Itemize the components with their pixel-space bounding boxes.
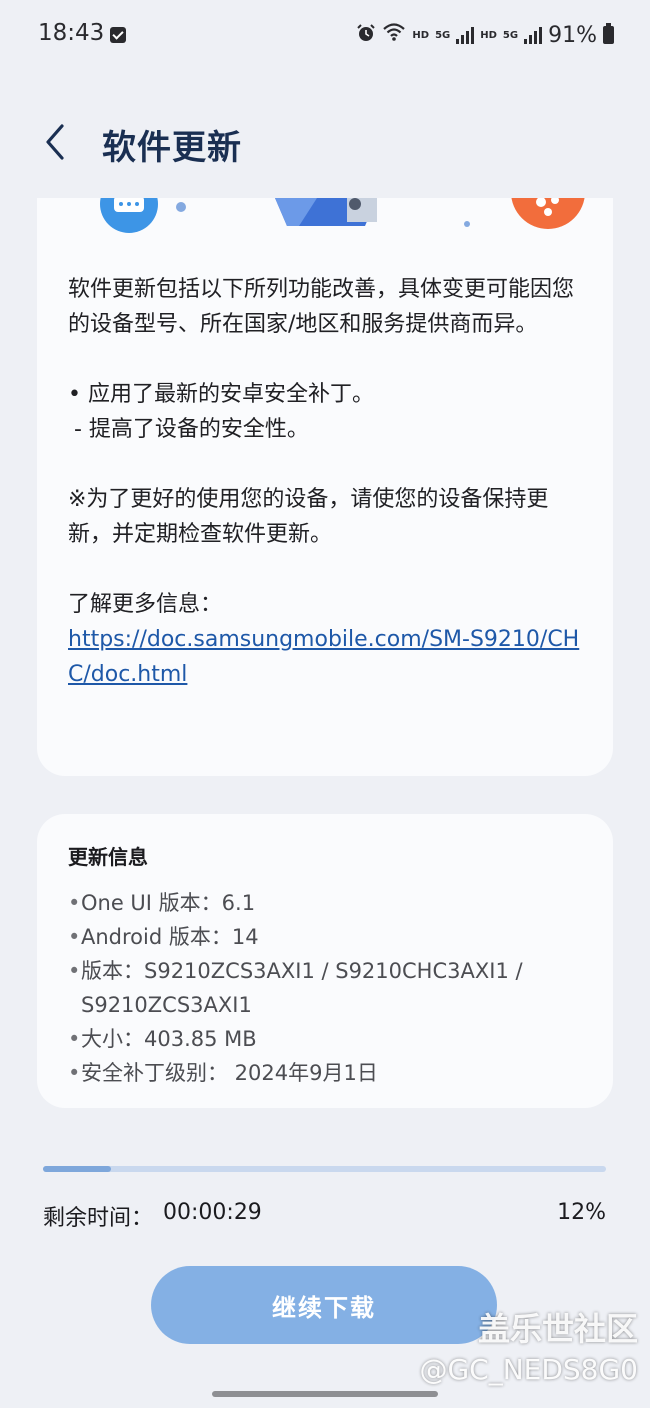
more-info-label: 了解更多信息： bbox=[68, 592, 223, 617]
checkbox-icon bbox=[110, 27, 126, 43]
watermark-community-name: 盖乐世社区 bbox=[477, 1310, 638, 1348]
download-progress-bar bbox=[43, 1166, 606, 1172]
signal-icon bbox=[524, 26, 543, 44]
banner-illustration bbox=[37, 198, 613, 246]
chevron-left-icon bbox=[46, 124, 64, 160]
remaining-time-value: 00:00:29 bbox=[163, 1200, 262, 1225]
download-progress-fill bbox=[43, 1166, 111, 1172]
notes-sub-bullet: - 提高了设备的安全性。 bbox=[74, 417, 309, 442]
network-label: HD bbox=[480, 29, 497, 41]
update-info-title: 更新信息 bbox=[68, 845, 148, 869]
network-label: HD bbox=[412, 29, 430, 41]
status-bar: 18:43 HD 5G HD 5G 91% bbox=[0, 18, 650, 50]
release-notes-text: 软件更新包括以下所列功能改善，具体变更可能因您的设备型号、所在国家/地区和服务提… bbox=[68, 272, 585, 692]
info-item-build-version: 版本：S9210ZCS3AXI1 / S9210CHC3AXI1 / S9210… bbox=[68, 954, 589, 1022]
wifi-icon bbox=[382, 22, 406, 48]
back-button[interactable] bbox=[38, 120, 78, 164]
network-label: 5G bbox=[502, 29, 519, 41]
notes-tip: ※为了更好的使用您的设备，请使您的设备保持更新，并定期检查软件更新。 bbox=[68, 487, 549, 547]
doc-link[interactable]: https://doc.samsungmobile.com/SM-S9210/C… bbox=[68, 627, 579, 687]
info-item-android-version: Android 版本：14 bbox=[68, 920, 589, 954]
continue-download-button[interactable]: 继续下载 bbox=[151, 1266, 497, 1344]
signal-icon bbox=[456, 26, 475, 44]
notes-intro: 软件更新包括以下所列功能改善，具体变更可能因您的设备型号、所在国家/地区和服务提… bbox=[68, 277, 575, 337]
watermark-handle: @GC_NEDS8G0 bbox=[419, 1353, 638, 1386]
update-info-card: 更新信息 One UI 版本：6.1 Android 版本：14 版本：S921… bbox=[37, 814, 613, 1108]
remaining-time-label: 剩余时间： bbox=[43, 1206, 154, 1231]
info-item-size: 大小：403.85 MB bbox=[68, 1022, 589, 1056]
info-item-security-patch: 安全补丁级别： 2024年9月1日 bbox=[68, 1056, 589, 1090]
battery-icon bbox=[603, 23, 614, 44]
update-info-list: One UI 版本：6.1 Android 版本：14 版本：S9210ZCS3… bbox=[68, 886, 589, 1090]
page-title: 软件更新 bbox=[102, 128, 242, 168]
remaining-time-row: 剩余时间： 00:00:29 12% bbox=[43, 1200, 606, 1231]
status-time: 18:43 bbox=[38, 20, 105, 46]
status-icons: HD 5G HD 5G 91% bbox=[356, 22, 614, 48]
app-header: 软件更新 bbox=[0, 118, 650, 168]
download-percent: 12% bbox=[557, 1200, 606, 1225]
info-item-one-ui-version: One UI 版本：6.1 bbox=[68, 886, 589, 920]
home-indicator[interactable] bbox=[212, 1391, 438, 1397]
release-notes-card: 软件更新包括以下所列功能改善，具体变更可能因您的设备型号、所在国家/地区和服务提… bbox=[37, 198, 613, 776]
network-label: 5G bbox=[435, 29, 451, 41]
battery-percent: 91% bbox=[548, 22, 597, 48]
alarm-icon bbox=[356, 23, 376, 48]
notes-bullet: • 应用了最新的安卓安全补丁。 bbox=[68, 382, 374, 407]
